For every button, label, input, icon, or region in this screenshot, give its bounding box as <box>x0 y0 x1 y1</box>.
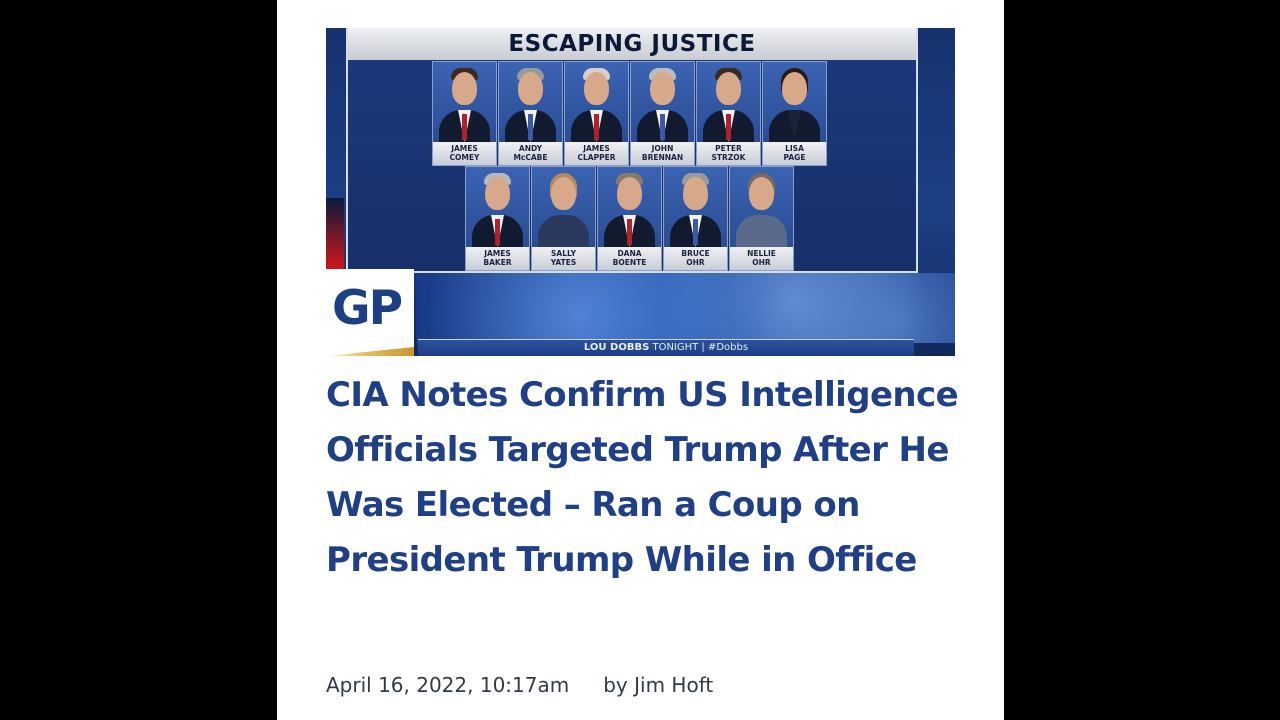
article-date: April 16, 2022, 10:17am <box>326 673 570 697</box>
portrait-name: SALLY YATES <box>532 247 595 270</box>
portrait-name: ANDY McCABE <box>499 142 562 165</box>
show-name: LOU DOBBS <box>583 342 650 353</box>
portrait-name: NELLIE OHR <box>730 247 793 270</box>
portrait-name: JAMES COMEY <box>433 142 496 165</box>
portrait-bottom-5: NELLIE OHR <box>729 166 794 271</box>
portrait-name: DANA BOENTE <box>598 247 661 270</box>
portrait-bottom-4: BRUCE OHR <box>663 166 728 271</box>
portrait-top-2: ANDY McCABE <box>498 61 563 166</box>
portrait-name: JAMES CLAPPER <box>565 142 628 165</box>
portrait-name: JAMES BAKER <box>466 247 529 270</box>
portrait-top-1: JAMES COMEY <box>432 61 497 166</box>
gp-logo: GP <box>326 269 414 356</box>
gp-logo-accent <box>326 347 414 356</box>
portrait-top-3: JAMES CLAPPER <box>564 61 629 166</box>
portrait-name: BRUCE OHR <box>664 247 727 270</box>
portrait-bottom-2: SALLY YATES <box>531 166 596 271</box>
portrait-bottom-3: DANA BOENTE <box>597 166 662 271</box>
article-page: ESCAPING JUSTICE JAMES COMEY ANDY McCABE… <box>277 0 1004 720</box>
portrait-name: PETER STRZOK <box>697 142 760 165</box>
hero-image[interactable]: ESCAPING JUSTICE JAMES COMEY ANDY McCABE… <box>326 28 955 356</box>
city-lights-backdrop <box>416 273 955 343</box>
portrait-name: LISA PAGE <box>763 142 826 165</box>
portrait-top-6: LISA PAGE <box>762 61 827 166</box>
article-headline[interactable]: CIA Notes Confirm US Intelligence Offici… <box>326 368 966 588</box>
show-lower-third: LOU DOBBS TONIGHT | #Dobbs <box>418 339 914 356</box>
escaping-justice-board: ESCAPING JUSTICE JAMES COMEY ANDY McCABE… <box>346 28 918 273</box>
gp-logo-text: GP <box>332 281 403 336</box>
show-suffix: TONIGHT | #Dobbs <box>649 342 749 353</box>
board-title: ESCAPING JUSTICE <box>348 28 916 60</box>
portrait-bottom-1: JAMES BAKER <box>465 166 530 271</box>
article-meta: April 16, 2022, 10:17am by Jim Hoft <box>326 672 713 698</box>
portrait-top-5: PETER STRZOK <box>696 61 761 166</box>
article-author[interactable]: by Jim Hoft <box>603 673 713 697</box>
portrait-top-4: JOHN BRENNAN <box>630 61 695 166</box>
portrait-name: JOHN BRENNAN <box>631 142 694 165</box>
